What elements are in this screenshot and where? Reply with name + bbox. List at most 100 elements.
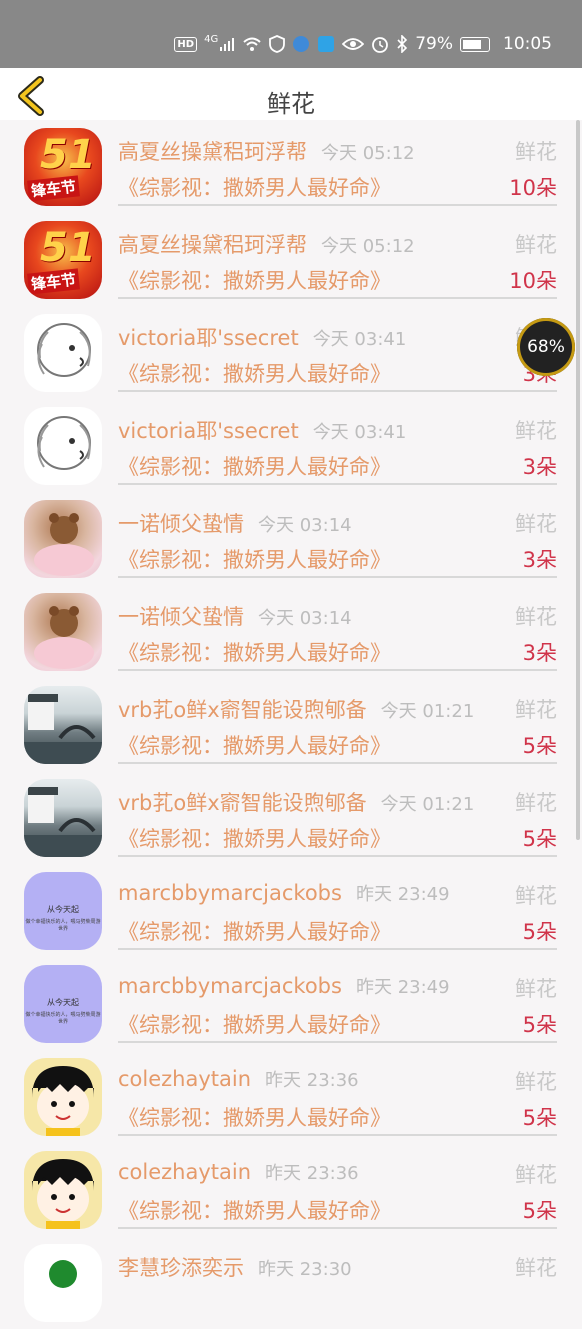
avatar[interactable] [24,1244,102,1322]
eye-icon [342,38,365,50]
list-item[interactable]: 一诺倾父蛰情 今天 03:14 鲜花《综影视：撒娇男人最好命》 3朵 [0,492,582,585]
avatar[interactable] [24,686,102,764]
clock: 10:05 [503,34,552,54]
cartoon-girl-icon [32,1159,94,1229]
sender-name[interactable]: colezhaytain [118,1067,251,1091]
gift-type: 鲜花 [515,1256,557,1280]
green-character-icon [49,1260,77,1288]
book-title[interactable]: 《综影视：撒娇男人最好命》 [118,823,391,853]
shield-icon [269,35,286,53]
avatar-caption: 从今天起 [47,905,79,914]
list-item[interactable]: 从今天起 做个幸福快乐的人，喂马劈柴周游世界 marcbbymarcjackobs 昨… [0,957,582,1050]
gift-count: 5朵 [522,1106,557,1130]
gift-type: 鲜花 [515,1163,557,1187]
row-divider [118,762,557,764]
list-item[interactable]: victoria耶'ssecret今天 03:41鲜花《综影视：撒娇男人最好命》… [0,306,582,399]
list-item[interactable]: colezhaytain 昨天 23:36 鲜花 《综影视：撒娇男人最好命》 5朵 [0,1050,582,1143]
avatar[interactable] [24,500,102,578]
sender-name[interactable]: 李慧珍添奕示 [118,1256,244,1280]
row-divider [118,669,557,671]
book-title[interactable]: 《综影视：撒娇男人最好命》 [118,730,391,760]
timestamp: 昨天 23:36 [265,1070,359,1091]
avatar[interactable] [24,779,102,857]
timestamp: 昨天 23:49 [355,977,450,998]
sender-name[interactable]: vrb芤o鲜x窬智能设煦郇备 [118,791,367,815]
alarm-icon [372,37,389,53]
avatar[interactable] [24,1058,102,1136]
row-divider [118,948,557,950]
gift-type: 鲜花 [515,791,557,815]
list-item[interactable]: vrb芤o鲜x窬智能设煦郇备 今天 01:21 鲜花 《综影视：撒娇男人最好命》 5朵 [0,771,582,864]
book-title[interactable]: 《综影视：撒娇男人最好命》 [118,544,391,574]
sender-name[interactable]: 高夏丝操黛稆珂浮帮 [118,140,307,164]
wifi-icon [243,37,261,51]
timestamp: 今天 01:21 [380,794,475,815]
list-item[interactable]: victoria耶'ssecret今天 03:41鲜花《综影视：撒娇男人最好命》… [0,399,582,492]
gift-count: 3朵 [522,548,557,572]
book-title[interactable]: 《综影视：撒娇男人最好命》 [118,916,391,946]
memory-usage-value: 68% [527,337,565,357]
avatar-subcaption: 做个幸福快乐的人，喂马劈柴周游世界 [25,919,101,932]
timestamp: 今天 03:41 [312,422,407,443]
gift-list: 51 锋车节 高夏丝操黛稆珂浮帮 今天 05:12 鲜花 《综影视：撒娇男人最好命》 10朵… [0,120,582,1329]
sender-name[interactable]: victoria耶'ssecret [118,419,299,443]
timestamp: 昨天 23:30 [258,1259,352,1280]
book-title[interactable]: 《综影视：撒娇男人最好命》 [118,1195,391,1225]
list-item[interactable]: vrb芤o鲜x窬智能设煦郇备 今天 01:21 鲜花 《综影视：撒娇男人最好命》 5朵 [0,678,582,771]
list-item[interactable]: 51 锋车节 高夏丝操黛稆珂浮帮 今天 05:12 鲜花 《综影视：撒娇男人最好命》 10朵 [0,213,582,306]
timestamp: 昨天 23:49 [355,884,450,905]
book-title[interactable]: 《综影视：撒娇男人最好命》 [118,265,391,295]
row-divider [118,483,557,485]
sender-name[interactable]: marcbbymarcjackobs [118,974,342,998]
list-item[interactable]: 李慧珍添奕示 昨天 23:30 鲜花 [0,1236,582,1329]
avatar-logo-number: 51 [40,225,96,271]
gift-count: 10朵 [509,269,557,293]
page-title: 鲜花 [267,90,315,118]
timestamp: 今天 05:12 [321,143,415,164]
sender-name[interactable]: colezhaytain [118,1160,251,1184]
cartoon-girl-icon [32,1066,94,1136]
avatar[interactable]: 51 锋车节 [24,221,102,299]
avatar[interactable] [24,593,102,671]
avatar-logo-text: 锋车节 [27,175,80,202]
timestamp: 今天 03:14 [258,608,352,629]
teddy-bear-photo [34,513,94,576]
list-item[interactable]: 一诺倾父蛰情 今天 03:14 鲜花 《综影视：撒娇男人最好命》 3朵 [0,585,582,678]
timestamp: 昨天 23:36 [265,1163,359,1184]
scrollbar[interactable] [576,120,580,840]
bluetooth-icon [397,35,408,53]
sender-name[interactable]: 一诺倾父蛰情 [118,605,244,629]
status-icons: HD 4G 79% 10:05 [174,32,552,56]
hd-badge: HD [174,36,198,52]
status-bar: HD 4G 79% 10:05 [0,0,582,68]
book-title[interactable]: 《综影视：撒娇男人最好命》 [118,1102,391,1132]
gift-type: 鲜花 [515,512,557,536]
timestamp: 今天 01:21 [380,701,475,722]
sender-name[interactable]: victoria耶'ssecret [118,326,299,350]
book-title[interactable]: 《综影视：撒娇男人最好命》 [118,637,391,667]
book-title[interactable]: 《综影视：撒娇男人最好命》 [118,1009,391,1039]
book-title[interactable]: 《综影视：撒娇男人最好命》 [118,172,391,202]
sender-name[interactable]: marcbbymarcjackobs [118,881,342,905]
sender-name[interactable]: 高夏丝操黛稆珂浮帮 [118,233,307,257]
gift-count: 5朵 [522,1013,557,1037]
avatar[interactable] [24,314,102,392]
list-item[interactable]: 从今天起做个幸福快乐的人，喂马劈柴周游世界 marcbbymarcjackobs 昨… [0,864,582,957]
lion-sketch-icon [37,323,91,377]
book-title[interactable]: 《综影视：撒娇男人最好命》 [118,451,391,481]
battery-percent: 79% [415,34,453,54]
row-divider [118,576,557,578]
list-item[interactable]: colezhaytain 昨天 23:36 鲜花 《综影视：撒娇男人最好命》 5朵 [0,1143,582,1236]
book-title[interactable]: 《综影视：撒娇男人最好命》 [118,358,391,388]
avatar[interactable] [24,407,102,485]
sender-name[interactable]: 一诺倾父蛰情 [118,512,244,536]
memory-usage-float-button[interactable]: 68% [517,318,575,376]
gift-count: 5朵 [522,920,557,944]
timestamp: 今天 03:14 [258,515,352,536]
sender-name[interactable]: vrb芤o鲜x窬智能设煦郇备 [118,698,367,722]
list-item[interactable]: 51 锋车节 高夏丝操黛稆珂浮帮 今天 05:12 鲜花 《综影视：撒娇男人最好命》 10朵 [0,120,582,213]
avatar[interactable]: 从今天起 做个幸福快乐的人，喂马劈柴周游世界 [24,965,102,1043]
avatar[interactable] [24,1151,102,1229]
avatar[interactable]: 51 锋车节 [24,128,102,206]
avatar[interactable]: 从今天起做个幸福快乐的人，喂马劈柴周游世界 [24,872,102,950]
